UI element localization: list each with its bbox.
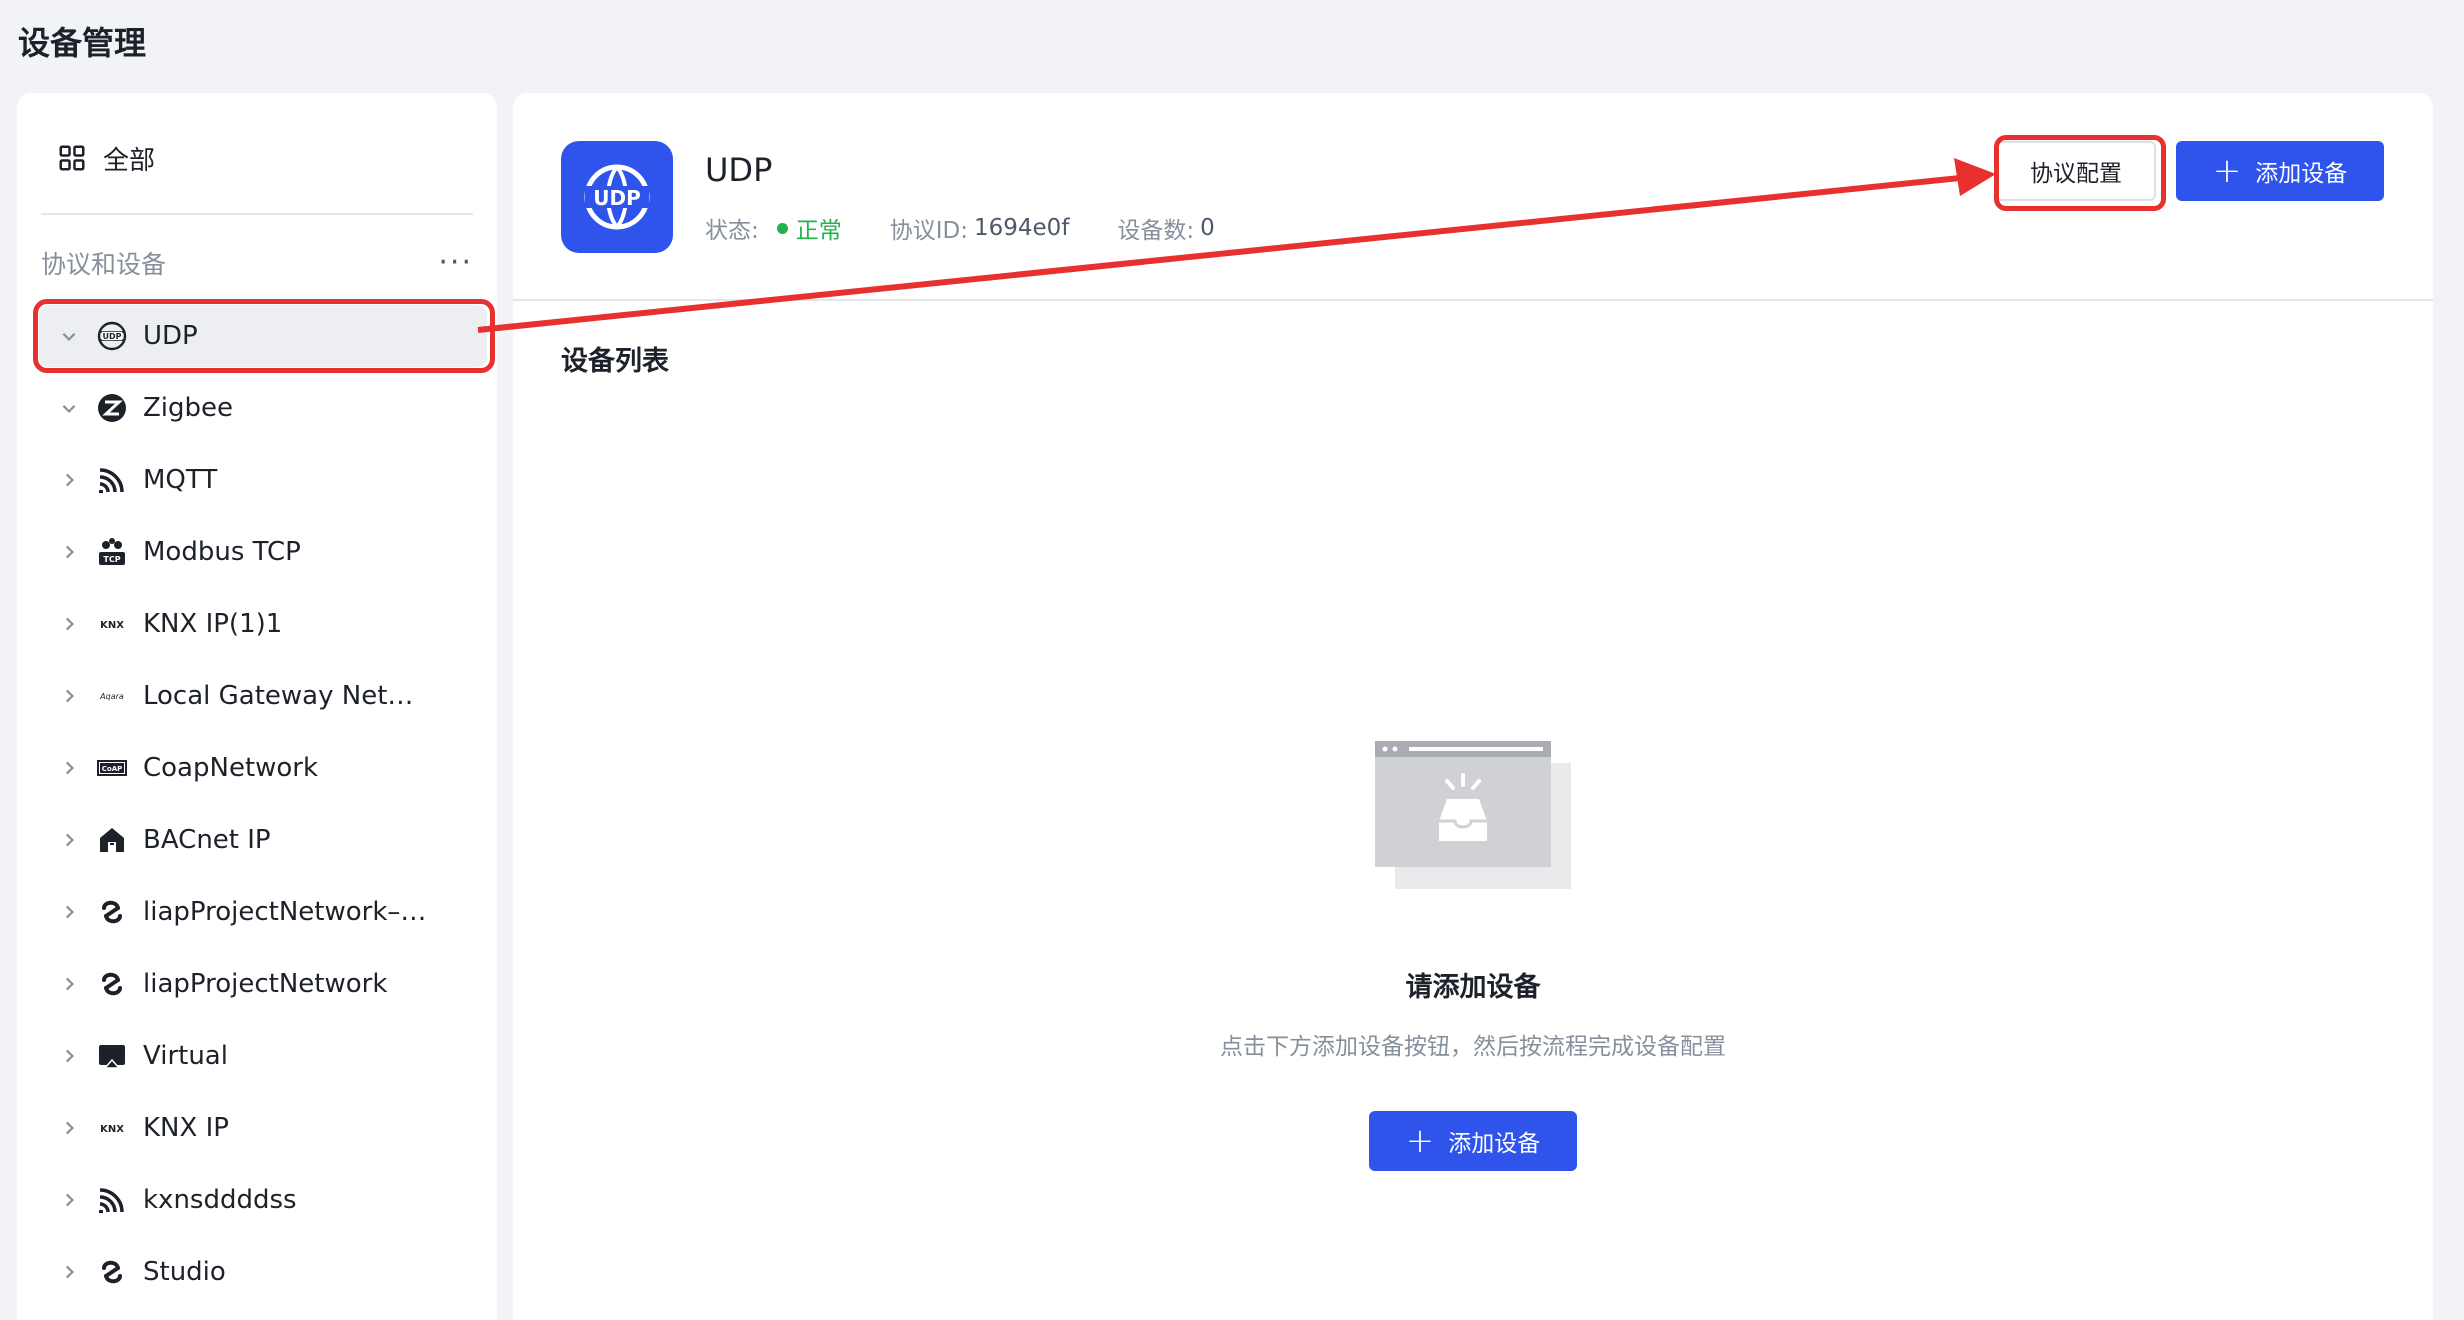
tree-item-label: Zigbee bbox=[143, 393, 234, 423]
svg-text:KNX: KNX bbox=[100, 620, 124, 631]
udp-logo-text: UDP bbox=[593, 186, 641, 210]
tree-item-label: liapProjectNetwork bbox=[143, 969, 388, 999]
tree-item-modbus-tcp[interactable]: TCP Modbus TCP bbox=[39, 521, 487, 583]
protocol-id-label: 协议ID: bbox=[889, 218, 968, 244]
chevron-right-icon[interactable] bbox=[55, 1114, 83, 1142]
tree-item-label: KNX IP(1)1 bbox=[143, 609, 283, 639]
section-label: 协议和设备 bbox=[41, 250, 167, 279]
knx-icon: KNX bbox=[95, 1111, 129, 1145]
tree-item-coapnetwork[interactable]: CoAP CoapNetwork bbox=[39, 737, 487, 799]
tree-item-label: Studio bbox=[143, 1257, 226, 1287]
add-device-button[interactable]: + 添加设备 bbox=[2176, 141, 2384, 201]
tree-item-label: kxnsddddss bbox=[143, 1185, 297, 1215]
chevron-right-icon[interactable] bbox=[55, 970, 83, 998]
empty-inbox-illustration bbox=[1375, 741, 1571, 889]
mqtt-icon bbox=[95, 1183, 129, 1217]
protocol-id-value: 1694e0f bbox=[974, 215, 1070, 241]
chevron-right-icon[interactable] bbox=[55, 538, 83, 566]
device-count-label: 设备数: bbox=[1117, 218, 1195, 244]
tree-item-label: CoapNetwork bbox=[143, 753, 319, 783]
annotation-highlight-udp bbox=[33, 299, 495, 373]
status-label: 状态: bbox=[705, 218, 759, 244]
tree-item-label: KNX IP bbox=[143, 1113, 229, 1143]
annotation-highlight-config bbox=[1994, 135, 2166, 211]
tree-item-studio[interactable]: Studio bbox=[39, 1241, 487, 1303]
tree-item-virtual[interactable]: Virtual bbox=[39, 1025, 487, 1087]
liap-icon bbox=[95, 967, 129, 1001]
svg-text:TCP: TCP bbox=[103, 555, 120, 564]
tree-item-mqtt[interactable]: MQTT bbox=[39, 449, 487, 511]
tree-item-liap-project-network-ellipsis[interactable]: liapProjectNetwork–… bbox=[39, 881, 487, 943]
tree-item-udp[interactable]: UDP UDP bbox=[33, 299, 495, 373]
svg-text:Aqara: Aqara bbox=[99, 692, 124, 701]
svg-text:CoAP: CoAP bbox=[102, 765, 123, 773]
modbus-tcp-icon: TCP bbox=[95, 535, 129, 569]
tree-item-bacnet-ip[interactable]: BACnet IP bbox=[39, 809, 487, 871]
empty-state-title: 请添加设备 bbox=[1405, 972, 1541, 1003]
knx-icon: KNX bbox=[95, 607, 129, 641]
status-dot-icon bbox=[776, 222, 788, 234]
tree-item-label: BACnet IP bbox=[143, 825, 271, 855]
add-device-label: 添加设备 bbox=[2255, 161, 2348, 187]
chevron-right-icon[interactable] bbox=[55, 826, 83, 854]
liap-icon bbox=[95, 1255, 129, 1289]
tree-item-liap-project-network[interactable]: liapProjectNetwork bbox=[39, 953, 487, 1015]
tree-item-knx-ip[interactable]: KNX KNX IP bbox=[39, 1097, 487, 1159]
all-filter[interactable]: 全部 bbox=[57, 138, 155, 178]
tree-item-kxnsddddss[interactable]: kxnsddddss bbox=[39, 1169, 487, 1231]
add-device-label: 添加设备 bbox=[1448, 1131, 1541, 1157]
plus-icon: + bbox=[2212, 151, 2242, 191]
virtual-icon bbox=[95, 1039, 129, 1073]
chevron-right-icon[interactable] bbox=[55, 1186, 83, 1214]
empty-add-device-button[interactable]: + 添加设备 bbox=[1369, 1111, 1577, 1171]
chevron-right-icon[interactable] bbox=[55, 754, 83, 782]
coap-icon: CoAP bbox=[95, 751, 129, 785]
device-list-title: 设备列表 bbox=[561, 346, 669, 377]
protocol-sidebar: 全部 协议和设备 ··· UDP UDP Zigbee MQTT TCP Mod… bbox=[17, 93, 497, 1320]
tree-item-zigbee[interactable]: Zigbee bbox=[39, 377, 487, 439]
protocol-tree: UDP UDP Zigbee MQTT TCP Modbus TCP KNX K… bbox=[33, 299, 495, 1313]
tree-item-label: Virtual bbox=[143, 1041, 228, 1071]
chevron-right-icon[interactable] bbox=[55, 610, 83, 638]
chevron-right-icon[interactable] bbox=[55, 466, 83, 494]
grid-icon bbox=[59, 145, 85, 171]
protocol-name: UDP bbox=[705, 151, 773, 189]
all-label: 全部 bbox=[103, 145, 156, 176]
status-value: 正常 bbox=[795, 218, 842, 244]
device-count-value: 0 bbox=[1200, 215, 1215, 241]
zigbee-icon bbox=[95, 391, 129, 425]
tree-item-local-gateway[interactable]: Aqara Local Gateway Net… bbox=[39, 665, 487, 727]
bacnet-icon bbox=[95, 823, 129, 857]
aqara-icon: Aqara bbox=[95, 679, 129, 713]
protocol-meta: 状态: 正常 协议ID: 1694e0f 设备数: 0 bbox=[705, 211, 1215, 245]
chevron-right-icon[interactable] bbox=[55, 898, 83, 926]
page-title: 设备管理 bbox=[18, 24, 147, 62]
more-icon[interactable]: ··· bbox=[438, 248, 473, 278]
mqtt-icon bbox=[95, 463, 129, 497]
tree-item-label: Local Gateway Net… bbox=[143, 681, 414, 711]
liap-icon bbox=[95, 895, 129, 929]
tree-item-label: MQTT bbox=[143, 465, 218, 495]
plus-icon: + bbox=[1405, 1121, 1435, 1161]
sidebar-divider bbox=[41, 213, 473, 215]
empty-state-description: 点击下方添加设备按钮，然后按流程完成设备配置 bbox=[1220, 1034, 1726, 1060]
tree-item-knx-ip-1-1[interactable]: KNX KNX IP(1)1 bbox=[39, 593, 487, 655]
chevron-right-icon[interactable] bbox=[55, 1042, 83, 1070]
chevron-right-icon[interactable] bbox=[55, 1258, 83, 1286]
chevron-right-icon[interactable] bbox=[55, 682, 83, 710]
tree-item-label: liapProjectNetwork–… bbox=[143, 897, 427, 927]
protocol-detail-panel: UDP UDP 状态: 正常 协议ID: 1694e0f 设备数: 0 协议配置… bbox=[513, 93, 2433, 1320]
udp-logo-icon: UDP bbox=[561, 141, 673, 253]
svg-text:KNX: KNX bbox=[100, 1124, 124, 1135]
tree-item-label: Modbus TCP bbox=[143, 537, 301, 567]
protocol-header: UDP UDP 状态: 正常 协议ID: 1694e0f 设备数: 0 协议配置… bbox=[513, 93, 2433, 301]
chevron-down-icon[interactable] bbox=[55, 394, 83, 422]
section-header: 协议和设备 ··· bbox=[41, 243, 473, 283]
